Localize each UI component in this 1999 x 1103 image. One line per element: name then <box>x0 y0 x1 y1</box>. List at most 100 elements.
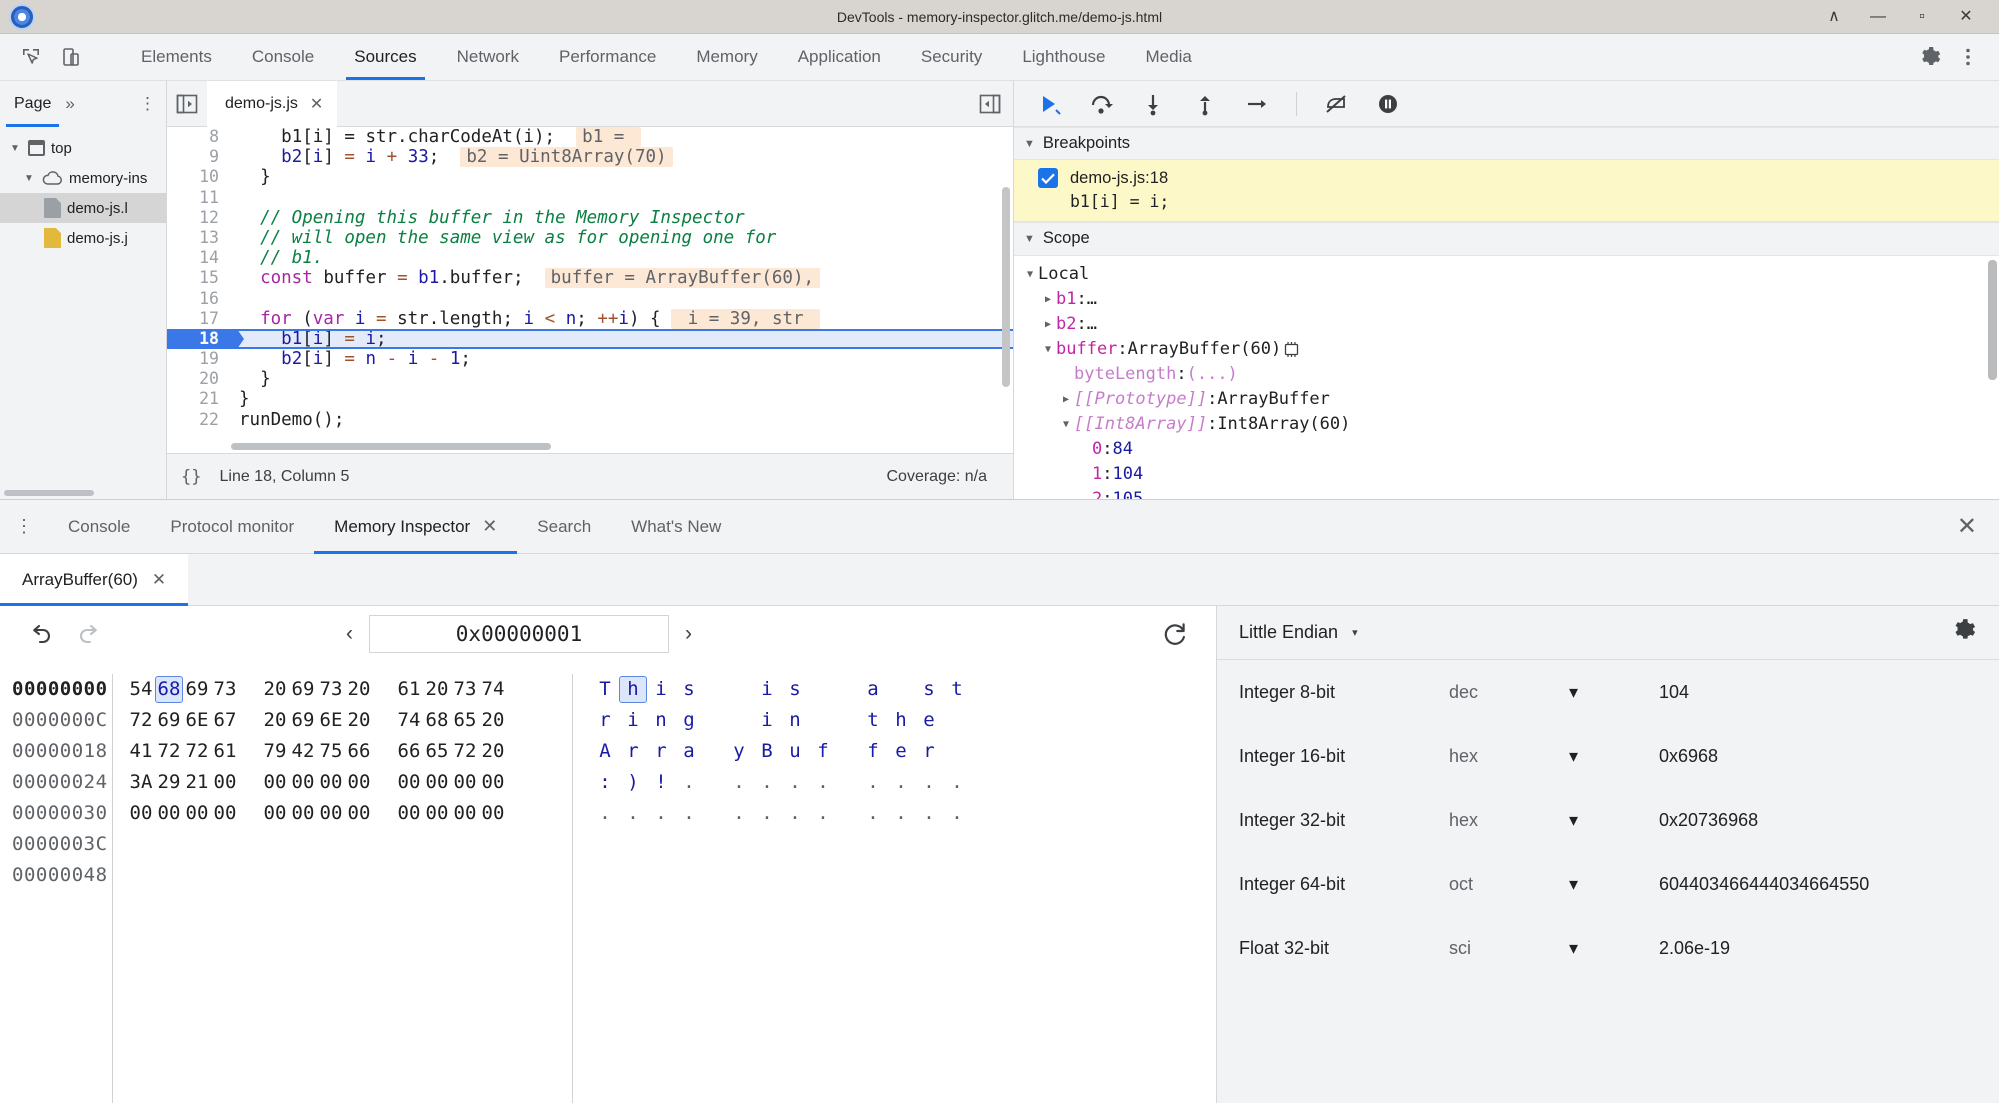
hex-byte[interactable]: 20 <box>261 674 289 705</box>
close-icon[interactable]: ✕ <box>310 94 323 114</box>
pretty-print-icon[interactable]: {} <box>181 467 201 487</box>
line-number[interactable]: 9 <box>167 147 231 167</box>
code-line[interactable]: 21} <box>167 389 1013 409</box>
value-mode-label[interactable]: hex <box>1449 810 1569 831</box>
chevron-down-icon[interactable]: ▾ <box>1569 938 1659 959</box>
hex-byte[interactable]: 66 <box>345 736 373 767</box>
value-mode-label[interactable]: oct <box>1449 874 1569 895</box>
hex-byte[interactable]: 00 <box>317 798 345 829</box>
hex-byte[interactable]: 00 <box>423 798 451 829</box>
hex-viewer[interactable]: 00000000 0000000C 00000018 00000024 00000030… <box>0 662 1216 1103</box>
navigator-kebab-icon[interactable]: ⋮ <box>139 94 156 114</box>
hex-byte[interactable]: 00 <box>345 798 373 829</box>
line-number[interactable]: 17 <box>167 309 231 329</box>
collapse-icon[interactable]: ∧ <box>1825 8 1843 25</box>
endianness-select[interactable]: Little Endian ▾ <box>1239 622 1358 643</box>
hex-ascii-char[interactable] <box>725 705 753 736</box>
hex-byte[interactable]: 69 <box>289 705 317 736</box>
chevron-down-icon[interactable]: ▼ <box>8 143 22 154</box>
value-mode-label[interactable]: sci <box>1449 938 1569 959</box>
hex-ascii-char[interactable]: . <box>619 798 647 829</box>
line-number[interactable]: 21 <box>167 389 231 409</box>
hex-ascii-char[interactable]: r <box>915 736 943 767</box>
hex-ascii-char[interactable]: . <box>753 798 781 829</box>
hex-ascii-char[interactable]: . <box>859 767 887 798</box>
hex-ascii-char[interactable]: s <box>781 674 809 705</box>
chevron-right-icon[interactable]: ▶ <box>1040 294 1056 305</box>
code-line[interactable]: 17 for (var i = str.length; i < n; ++i) … <box>167 308 1013 329</box>
hex-ascii-char[interactable]: . <box>725 798 753 829</box>
hex-ascii-char[interactable]: T <box>591 674 619 705</box>
tab-memory[interactable]: Memory <box>676 34 777 80</box>
hex-byte[interactable]: 72 <box>155 736 183 767</box>
line-number[interactable]: 20 <box>167 369 231 389</box>
hex-byte[interactable]: 73 <box>211 674 239 705</box>
hex-ascii-char[interactable]: g <box>675 705 703 736</box>
tree-item-top[interactable]: ▼ top <box>0 133 166 163</box>
hex-byte[interactable]: 73 <box>451 674 479 705</box>
code-line[interactable]: 12 // Opening this buffer in the Memory … <box>167 208 1013 228</box>
hex-ascii-char[interactable]: r <box>591 705 619 736</box>
line-number[interactable]: 13 <box>167 228 231 248</box>
tab-elements[interactable]: Elements <box>121 34 232 80</box>
hex-byte[interactable]: 20 <box>345 705 373 736</box>
hex-byte[interactable]: 72 <box>127 705 155 736</box>
hex-ascii-char[interactable]: i <box>753 705 781 736</box>
hex-byte[interactable]: 54 <box>127 674 155 705</box>
code-line[interactable]: 8 b1[i] = str.charCodeAt(i); b1 = <box>167 127 1013 147</box>
hex-byte[interactable]: 00 <box>211 767 239 798</box>
hex-ascii-char[interactable]: h <box>619 676 647 703</box>
hex-byte[interactable]: 74 <box>395 705 423 736</box>
hex-byte[interactable]: 00 <box>479 767 507 798</box>
scope-row[interactable]: 0: 84 <box>1014 437 1999 462</box>
hex-byte[interactable]: 72 <box>451 736 479 767</box>
chevron-down-icon[interactable]: ▼ <box>1024 233 1035 245</box>
hex-byte[interactable]: 65 <box>451 705 479 736</box>
hex-byte[interactable]: 69 <box>289 674 317 705</box>
scope-row[interactable]: ▶ b2: … <box>1014 312 1999 337</box>
hex-ascii-column[interactable]: This is a string in the ArrayBuffer :)!.… <box>572 674 971 1103</box>
code-line[interactable]: 9 b2[i] = i + 33; b2 = Uint8Array(70) <box>167 147 1013 168</box>
hex-ascii-char[interactable] <box>725 674 753 705</box>
scope-row[interactable]: ▶ [[Prototype]]: ArrayBuffer <box>1014 387 1999 412</box>
hex-byte[interactable]: 74 <box>479 674 507 705</box>
value-mode-label[interactable]: hex <box>1449 746 1569 767</box>
hex-ascii-char[interactable]: ! <box>647 767 675 798</box>
hex-byte[interactable]: 20 <box>479 736 507 767</box>
hex-byte[interactable]: 00 <box>395 798 423 829</box>
hex-byte[interactable]: 00 <box>479 798 507 829</box>
code-viewport[interactable]: 8 b1[i] = str.charCodeAt(i); b1 = 9 b2[i… <box>167 127 1013 453</box>
chevron-down-icon[interactable]: ▾ <box>1569 810 1659 831</box>
hex-byte[interactable]: 00 <box>345 767 373 798</box>
code-line[interactable]: 13 // will open the same view as for ope… <box>167 228 1013 248</box>
hex-ascii-char[interactable]: y <box>725 736 753 767</box>
hex-byte[interactable]: 00 <box>451 767 479 798</box>
gear-icon[interactable] <box>1913 40 1947 74</box>
gear-icon[interactable] <box>1951 617 1977 648</box>
hex-ascii-char[interactable]: . <box>943 798 971 829</box>
chevron-down-icon[interactable]: ▾ <box>1569 874 1659 895</box>
hex-ascii-char[interactable]: a <box>859 674 887 705</box>
minimize-icon[interactable]: — <box>1869 8 1887 25</box>
step-over-icon[interactable] <box>1084 87 1118 121</box>
hex-ascii-char[interactable]: a <box>675 736 703 767</box>
tab-media[interactable]: Media <box>1126 34 1212 80</box>
refresh-icon[interactable] <box>1158 617 1192 651</box>
hex-ascii-char[interactable]: . <box>647 798 675 829</box>
chevron-down-icon[interactable]: ▾ <box>1569 682 1659 703</box>
hex-byte[interactable]: 79 <box>261 736 289 767</box>
code-line[interactable]: 20 } <box>167 369 1013 389</box>
hex-byte[interactable]: 68 <box>423 705 451 736</box>
line-number[interactable]: 14 <box>167 248 231 268</box>
prev-page-icon[interactable]: ‹ <box>346 622 353 646</box>
hex-byte[interactable]: 00 <box>211 798 239 829</box>
hex-ascii-char[interactable]: . <box>781 767 809 798</box>
code-line[interactable]: 10 } <box>167 167 1013 187</box>
hex-ascii-char[interactable]: . <box>943 767 971 798</box>
line-number[interactable]: 19 <box>167 349 231 369</box>
scope-row[interactable]: ▶ b1: … <box>1014 287 1999 312</box>
code-line[interactable]: 19 b2[i] = n - i - 1; <box>167 349 1013 369</box>
step-into-icon[interactable] <box>1136 87 1170 121</box>
redo-icon[interactable] <box>72 617 106 651</box>
hex-byte[interactable]: 00 <box>127 798 155 829</box>
